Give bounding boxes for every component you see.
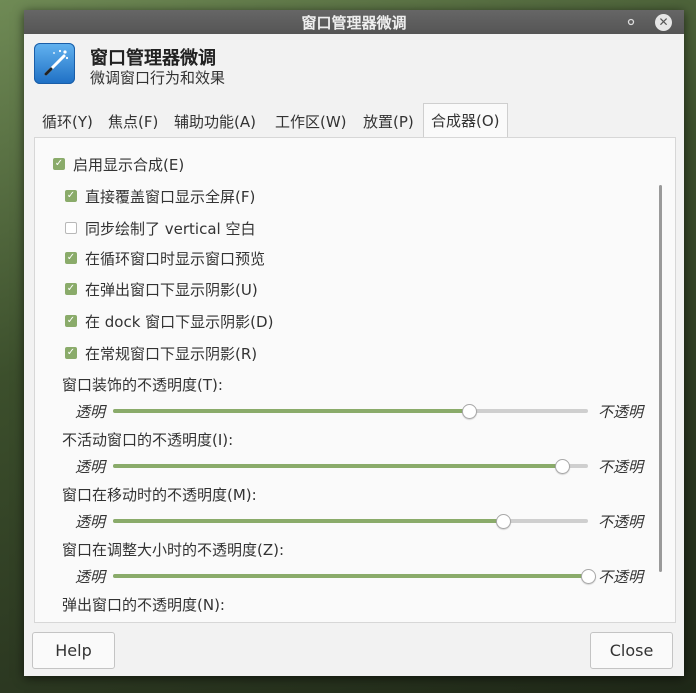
slider-track[interactable] bbox=[113, 514, 588, 529]
titlebar[interactable]: 窗口管理器微调 ✕ bbox=[24, 10, 684, 34]
tab-compositor[interactable]: 合成器(O) bbox=[423, 103, 508, 138]
slider-min-label: 透明 bbox=[75, 458, 106, 476]
window-title: 窗口管理器微调 bbox=[301, 13, 407, 32]
slider-label-frame-opacity: 窗口装饰的不透明度(T): bbox=[62, 376, 223, 394]
slider-track[interactable] bbox=[113, 569, 596, 584]
slider-fill bbox=[113, 574, 588, 578]
slider-max-label: 不透明 bbox=[598, 568, 644, 586]
slider-handle[interactable] bbox=[581, 569, 596, 584]
minimize-icon[interactable] bbox=[622, 13, 640, 31]
option-label: 在常规窗口下显示阴影(R) bbox=[85, 344, 258, 363]
header-subtitle: 微调窗口行为和效果 bbox=[90, 69, 226, 87]
tab-cycling[interactable]: 循环(Y) bbox=[42, 104, 93, 137]
checkbox-box[interactable] bbox=[65, 283, 77, 295]
slider-label-move-opacity: 窗口在移动时的不透明度(M): bbox=[62, 486, 257, 504]
option-checkbox-fullscreen-unredirect[interactable]: 直接覆盖窗口显示全屏(F) bbox=[65, 186, 255, 206]
slider-handle[interactable] bbox=[554, 459, 570, 474]
checkbox-box[interactable] bbox=[65, 190, 77, 202]
slider-label-resize-opacity: 窗口在调整大小时的不透明度(Z): bbox=[62, 541, 285, 559]
option-label: 在 dock 窗口下显示阴影(D) bbox=[85, 312, 274, 331]
slider-move-opacity[interactable]: 透明 不透明 bbox=[75, 511, 645, 531]
option-checkbox-dock-shadow[interactable]: 在 dock 窗口下显示阴影(D) bbox=[65, 311, 273, 331]
slider-label-popup-opacity: 弹出窗口的不透明度(N): bbox=[62, 596, 225, 614]
tab-accessibility[interactable]: 辅助功能(A) bbox=[174, 104, 256, 137]
slider-label-inactive-opacity: 不活动窗口的不透明度(I): bbox=[62, 431, 234, 449]
tab-focus[interactable]: 焦点(F) bbox=[108, 104, 158, 137]
slider-track[interactable] bbox=[113, 459, 588, 474]
option-checkbox-popup-shadow[interactable]: 在弹出窗口下显示阴影(U) bbox=[65, 279, 258, 299]
slider-max-label: 不透明 bbox=[598, 403, 644, 421]
option-checkbox-vblank[interactable]: 同步绘制了 vertical 空白 bbox=[65, 218, 255, 238]
option-checkbox-frame-shadow[interactable]: 在常规窗口下显示阴影(R) bbox=[65, 343, 257, 363]
slider-handle[interactable] bbox=[462, 404, 478, 419]
enable-compositor-checkbox[interactable]: 启用显示合成(E) bbox=[53, 154, 184, 174]
option-checkbox-cycle-preview[interactable]: 在循环窗口时显示窗口预览 bbox=[65, 248, 265, 268]
slider-track[interactable] bbox=[113, 404, 588, 419]
slider-handle[interactable] bbox=[495, 514, 511, 529]
checkbox-box[interactable] bbox=[65, 315, 77, 327]
slider-frame-opacity[interactable]: 透明 不透明 bbox=[75, 401, 645, 421]
enable-compositor-label: 启用显示合成(E) bbox=[73, 155, 185, 174]
slider-inactive-opacity[interactable]: 透明 不透明 bbox=[75, 456, 645, 476]
option-label: 直接覆盖窗口显示全屏(F) bbox=[85, 187, 256, 206]
header: 窗口管理器微调 微调窗口行为和效果 bbox=[24, 34, 684, 96]
close-icon[interactable]: ✕ bbox=[655, 13, 672, 31]
panel-scrollbar[interactable] bbox=[659, 185, 662, 572]
checkbox-box[interactable] bbox=[65, 347, 77, 359]
option-label: 同步绘制了 vertical 空白 bbox=[85, 219, 256, 238]
window: 窗口管理器微调 ✕ 窗口管理器微调 微调窗口行为和效果 循环(Y) 焦点(F) … bbox=[24, 10, 684, 676]
slider-resize-opacity[interactable]: 透明 不透明 bbox=[75, 566, 645, 586]
help-button[interactable]: Help bbox=[32, 632, 115, 669]
checkbox-box[interactable] bbox=[53, 158, 65, 170]
tab-workspaces[interactable]: 工作区(W) bbox=[275, 104, 347, 137]
tab-bar: 循环(Y) 焦点(F) 辅助功能(A) 工作区(W) 放置(P) 合成器(O) bbox=[34, 103, 674, 138]
option-label: 在循环窗口时显示窗口预览 bbox=[85, 249, 266, 268]
slider-min-label: 透明 bbox=[75, 513, 106, 531]
tweaks-wand-icon bbox=[34, 43, 75, 84]
option-label: 在弹出窗口下显示阴影(U) bbox=[85, 280, 258, 299]
close-button[interactable]: Close bbox=[590, 632, 673, 669]
checkbox-box[interactable] bbox=[65, 252, 77, 264]
slider-fill bbox=[113, 519, 503, 523]
slider-max-label: 不透明 bbox=[598, 458, 644, 476]
slider-fill bbox=[113, 464, 562, 468]
tab-placement[interactable]: 放置(P) bbox=[363, 104, 414, 137]
slider-max-label: 不透明 bbox=[598, 513, 644, 531]
slider-fill bbox=[113, 409, 470, 413]
compositor-panel: 启用显示合成(E) 直接覆盖窗口显示全屏(F) 同步绘制了 vertical 空… bbox=[34, 137, 676, 623]
slider-min-label: 透明 bbox=[75, 568, 106, 586]
slider-min-label: 透明 bbox=[75, 403, 106, 421]
checkbox-box[interactable] bbox=[65, 222, 77, 234]
